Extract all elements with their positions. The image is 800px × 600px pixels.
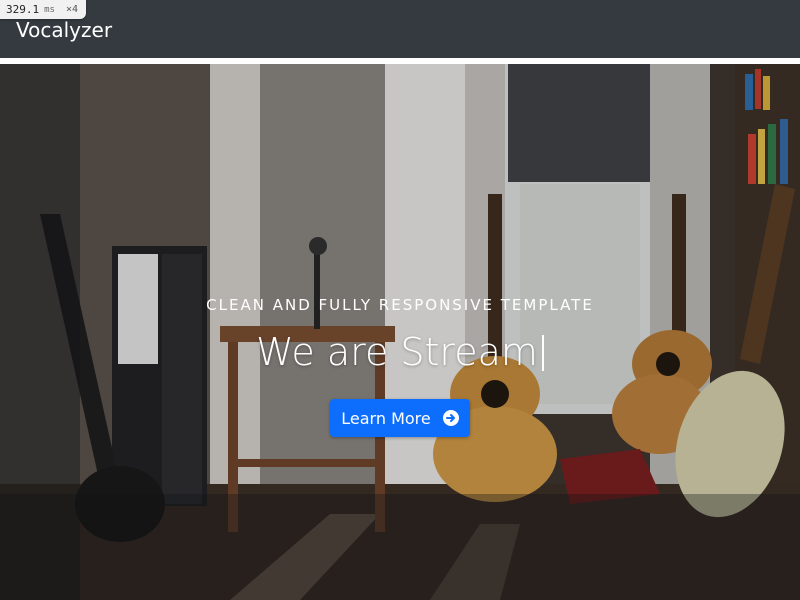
perf-multiplier: ×4 <box>65 4 79 15</box>
hero-headline: We are Stream <box>0 330 800 374</box>
navbar: Vocalyzer <box>0 0 800 58</box>
hero-headline-text: We are Stream <box>256 330 538 374</box>
hero-subtitle: CLEAN AND FULLY RESPONSIVE TEMPLATE <box>206 296 594 314</box>
perf-badge: 329.1 ms ×4 <box>0 0 87 19</box>
hero-section: CLEAN AND FULLY RESPONSIVE TEMPLATE We a… <box>0 64 800 600</box>
typing-caret <box>541 335 544 371</box>
arrow-circle-right-icon <box>442 410 459 426</box>
navbar-brand[interactable]: Vocalyzer <box>16 18 112 42</box>
perf-value: 329.1 <box>6 3 40 16</box>
learn-more-label: Learn More <box>341 408 431 428</box>
learn-more-button[interactable]: Learn More <box>330 399 470 437</box>
hero-content: CLEAN AND FULLY RESPONSIVE TEMPLATE We a… <box>0 64 800 600</box>
perf-unit: ms <box>44 4 55 15</box>
